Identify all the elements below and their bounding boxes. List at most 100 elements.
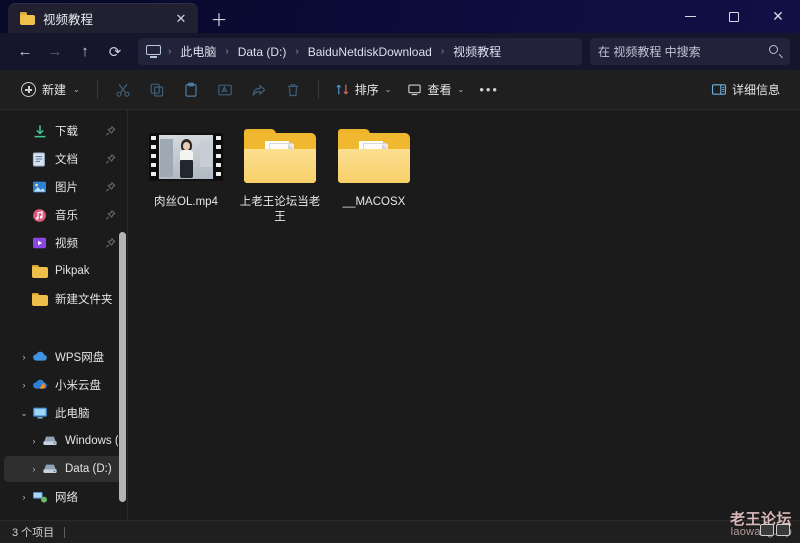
breadcrumb-item-current[interactable]: 视频教程	[448, 40, 506, 63]
drive-icon	[42, 434, 59, 449]
sidebar-item-pictures[interactable]: › 图片	[4, 174, 124, 200]
folder-icon	[243, 127, 317, 187]
chevron-right-icon[interactable]: ›	[26, 464, 42, 474]
sidebar-label: 新建文件夹	[55, 294, 113, 306]
sidebar-label: 此电脑	[55, 408, 90, 420]
pictures-icon	[32, 180, 49, 195]
list-item[interactable]: 肉丝OL.mp4	[139, 120, 233, 228]
chevron-down-icon: ⌄	[457, 85, 465, 94]
pin-icon[interactable]	[105, 209, 116, 221]
folder-thumbnail	[336, 126, 412, 188]
breadcrumb-separator: ›	[295, 46, 299, 57]
paste-button	[174, 76, 208, 104]
downloads-icon	[32, 124, 49, 139]
network-icon	[32, 490, 49, 505]
sidebar-item-pikpak[interactable]: › Pikpak	[4, 258, 124, 284]
details-pane-button[interactable]: 详细信息	[703, 76, 788, 104]
sidebar-label: 下载	[55, 126, 78, 138]
window-controls: ✕	[668, 0, 800, 33]
file-explorer-window: 视频教程 ✕ ＋ ✕ ← → ↑ ⟳ › 此电脑 › Data (D:) › B…	[0, 0, 800, 543]
drive-icon	[42, 462, 59, 477]
tab-strip: 视频教程 ✕ ＋	[0, 0, 234, 33]
list-item[interactable]: __MACOSX	[327, 120, 421, 228]
breadcrumb-separator: ›	[168, 46, 172, 57]
pane-divider[interactable]	[127, 110, 128, 520]
folder-icon	[20, 12, 35, 25]
sidebar-item-downloads[interactable]: › 下载	[4, 118, 124, 144]
up-button[interactable]: ↑	[70, 38, 100, 66]
sidebar-item-wps-cloud[interactable]: › WPS网盘	[4, 344, 124, 370]
refresh-button[interactable]: ⟳	[100, 38, 130, 66]
breadcrumb-separator: ›	[225, 46, 229, 57]
pin-icon[interactable]	[105, 181, 116, 193]
list-item[interactable]: 上老王论坛当老王	[233, 120, 327, 228]
divider	[64, 526, 66, 538]
item-count: 3 个项目	[12, 527, 55, 539]
sidebar-label: Windows (C:)	[65, 435, 118, 447]
breadcrumb-item-data-d[interactable]: Data (D:)	[233, 42, 292, 62]
videos-icon	[32, 236, 49, 251]
status-bar: 3 个项目	[0, 520, 800, 543]
sidebar-item-new-folder[interactable]: › 新建文件夹	[4, 286, 124, 312]
chevron-right-icon: ›	[16, 238, 32, 248]
new-button-label: 新建	[42, 83, 67, 97]
sidebar-item-windows-c[interactable]: › Windows (C:)	[4, 428, 124, 454]
minimize-button[interactable]	[668, 0, 712, 33]
share-button	[242, 76, 276, 104]
chevron-right-icon[interactable]: ›	[16, 380, 32, 390]
sidebar-label: Data (D:)	[65, 463, 112, 475]
sidebar-item-documents[interactable]: › 文档	[4, 146, 124, 172]
item-name: __MACOSX	[342, 196, 406, 208]
back-button[interactable]: ←	[10, 38, 40, 66]
search-icon	[769, 45, 783, 58]
maximize-button[interactable]	[712, 0, 756, 33]
view-button[interactable]: 查看 ⌄	[399, 76, 472, 104]
tab-video-tutorial[interactable]: 视频教程 ✕	[8, 3, 198, 33]
rename-button	[208, 76, 242, 104]
close-icon[interactable]: ✕	[170, 8, 192, 30]
file-list-area[interactable]: 肉丝OL.mp4 上老王论坛当老王 __MACOSX	[129, 110, 800, 520]
divider	[317, 80, 319, 99]
pin-icon[interactable]	[105, 125, 116, 137]
film-strip-icon	[149, 133, 223, 181]
chevron-right-icon[interactable]: ›	[16, 352, 32, 362]
breadcrumb-item-this-pc[interactable]: 此电脑	[175, 40, 221, 63]
pin-icon[interactable]	[105, 237, 116, 249]
sidebar-scrollbar[interactable]	[119, 232, 126, 502]
chevron-right-icon: ›	[16, 294, 32, 304]
sidebar-label: 文档	[55, 154, 78, 166]
sort-label: 排序	[354, 83, 379, 97]
sidebar-item-videos[interactable]: › 视频	[4, 230, 124, 256]
video-thumbnail	[148, 126, 224, 188]
plus-icon	[21, 82, 36, 97]
chevron-right-icon: ›	[16, 182, 32, 192]
command-bar: 新建 ⌄ 排序 ⌄ 查看 ⌄ ••• 详细信息	[0, 70, 800, 110]
new-button[interactable]: 新建 ⌄	[12, 76, 89, 104]
search-placeholder: 在 视频教程 中搜索	[598, 45, 701, 59]
item-name: 肉丝OL.mp4	[154, 196, 218, 208]
chevron-down-icon: ⌄	[384, 85, 392, 94]
new-tab-button[interactable]: ＋	[204, 3, 234, 33]
more-options-button[interactable]: •••	[472, 76, 506, 104]
chevron-down-icon[interactable]: ⌄	[16, 408, 32, 419]
documents-icon	[32, 152, 49, 167]
breadcrumb-item-baidunetdiskdownload[interactable]: BaiduNetdiskDownload	[303, 42, 437, 62]
sort-button[interactable]: 排序 ⌄	[327, 76, 400, 104]
sidebar-item-network[interactable]: › 网络	[4, 484, 124, 510]
chevron-right-icon[interactable]: ›	[16, 492, 32, 502]
chevron-right-icon[interactable]: ›	[26, 436, 42, 446]
sidebar-label: 网络	[55, 492, 78, 504]
cut-button	[106, 76, 140, 104]
search-input[interactable]: 在 视频教程 中搜索	[590, 38, 790, 65]
pin-icon[interactable]	[105, 153, 116, 165]
divider	[96, 80, 98, 99]
close-window-button[interactable]: ✕	[756, 0, 800, 33]
breadcrumb[interactable]: › 此电脑 › Data (D:) › BaiduNetdiskDownload…	[138, 38, 582, 65]
sidebar-item-this-pc[interactable]: ⌄ 此电脑	[4, 400, 124, 426]
items-grid: 肉丝OL.mp4 上老王论坛当老王 __MACOSX	[129, 110, 800, 228]
this-pc-icon	[146, 45, 161, 58]
sidebar-item-mi-cloud[interactable]: › 小米云盘	[4, 372, 124, 398]
sidebar-item-music[interactable]: › 音乐	[4, 202, 124, 228]
sidebar-item-data-d[interactable]: › Data (D:)	[4, 456, 124, 482]
chevron-right-icon: ›	[16, 266, 32, 276]
